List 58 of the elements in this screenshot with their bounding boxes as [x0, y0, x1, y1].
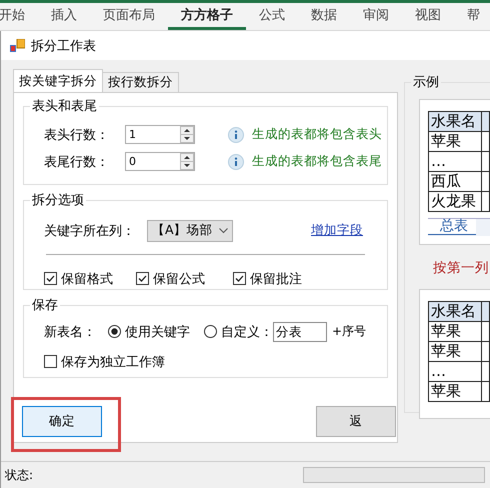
group-title: 保存: [31, 297, 59, 314]
radio-button[interactable]: [204, 325, 217, 338]
spin-field[interactable]: 0: [125, 152, 195, 171]
tab[interactable]: 按行数拆分: [102, 72, 179, 92]
info-icon: [228, 126, 244, 142]
ribbon-tab[interactable]: 视图: [402, 3, 454, 30]
add-field-link[interactable]: 增加字段: [311, 222, 363, 239]
checkbox[interactable]: [233, 272, 246, 285]
spin-arrows-icon[interactable]: [180, 126, 194, 143]
chevron-down-icon: [218, 228, 228, 234]
example-caption: 按第一列: [433, 259, 490, 277]
spin-arrows-icon[interactable]: [180, 153, 194, 170]
status-label: 状态:: [5, 466, 34, 484]
spin-field[interactable]: 1: [125, 125, 195, 144]
group-title: 拆分选项: [31, 192, 85, 209]
table-cell: 水果名: [428, 112, 482, 132]
hint-text: 生成的表都将包含表尾: [252, 153, 382, 170]
table-cell: 苹果: [428, 342, 482, 362]
field-label: 表头行数：: [44, 126, 109, 144]
radio-button[interactable]: [108, 325, 121, 338]
checkbox[interactable]: [44, 272, 57, 285]
checkbox-label: 保存为独立工作簿: [61, 354, 165, 370]
app-icon: [10, 38, 25, 52]
info-icon: [228, 154, 244, 170]
ribbon-tab[interactable]: 插入: [38, 3, 90, 30]
ribbon-tab[interactable]: 帮: [454, 3, 490, 30]
checkbox-label: 保留公式: [153, 270, 205, 288]
ribbon-tab[interactable]: 页面布局: [90, 3, 168, 30]
field-label: 关键字所在列：: [44, 222, 135, 240]
table-cell: 苹果: [428, 322, 482, 342]
radio-label: 使用关键字: [125, 324, 190, 340]
ribbon-tab[interactable]: 公式: [246, 3, 298, 30]
table-cell: …: [428, 152, 482, 172]
field-label: 新表名：: [44, 324, 96, 340]
table-cell: 西瓜: [428, 172, 482, 192]
window-title: 拆分工作表: [31, 38, 96, 54]
table-cell: 苹果: [428, 132, 482, 152]
ribbon-tab[interactable]: 数据: [298, 3, 350, 30]
dialog-button[interactable]: 确定: [22, 406, 102, 437]
table-cell: 苹果: [428, 382, 482, 402]
table-cell: …: [428, 362, 482, 382]
checkbox-label: 保留批注: [250, 270, 302, 288]
hint-text: 生成的表都将包含表头: [252, 126, 382, 143]
group-title: 示例: [412, 74, 440, 91]
name-input[interactable]: 分表: [273, 322, 327, 342]
checkbox[interactable]: [44, 355, 57, 368]
dialog-button[interactable]: 返: [316, 406, 396, 437]
field-label: 表尾行数：: [44, 154, 109, 170]
radio-label: 自定义：: [221, 324, 273, 340]
table-cell: 火龙果: [428, 192, 482, 212]
tab[interactable]: 按关键字拆分: [13, 69, 103, 92]
ribbon-tab[interactable]: 审阅: [350, 3, 402, 30]
checkbox-label: 保留格式: [61, 270, 113, 288]
group-title: 表头和表尾: [31, 98, 98, 115]
checkbox[interactable]: [136, 272, 149, 285]
table-cell: 水果名: [428, 302, 482, 322]
column-dropdown[interactable]: 【A】场部: [147, 220, 233, 242]
suffix-label: +序号: [332, 323, 366, 340]
